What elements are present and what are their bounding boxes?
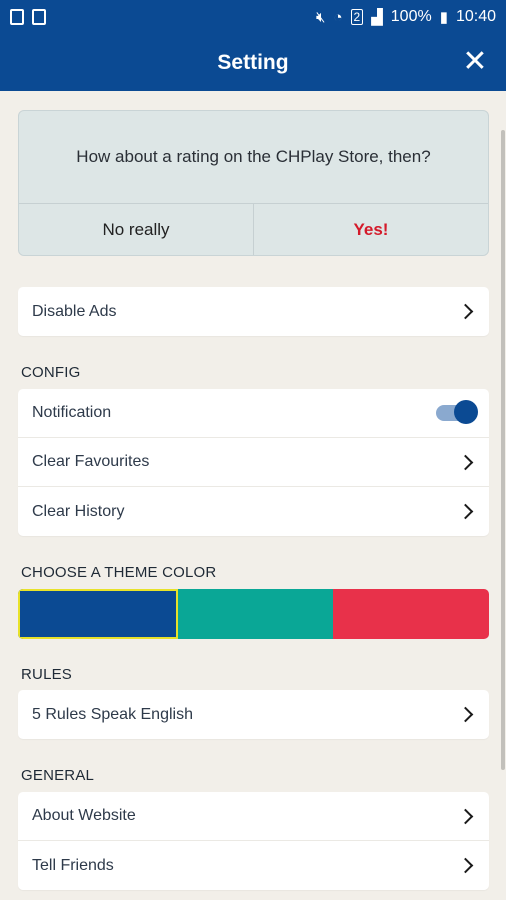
theme-color-picker bbox=[18, 589, 489, 639]
notification-toggle[interactable] bbox=[436, 400, 478, 424]
no-really-button[interactable]: No really bbox=[19, 204, 254, 255]
rules-row[interactable]: 5 Rules Speak English bbox=[18, 690, 489, 739]
disable-ads-label: Disable Ads bbox=[32, 302, 117, 320]
clear-favourites-label: Clear Favourites bbox=[32, 453, 150, 470]
general-header: GENERAL bbox=[21, 767, 95, 784]
chevron-right-icon bbox=[457, 503, 474, 520]
config-card: Notification Clear Favourites Clear Hist… bbox=[18, 389, 489, 536]
wifi-icon: ◔ bbox=[333, 8, 343, 26]
clear-history-label: Clear History bbox=[32, 502, 125, 520]
disable-ads-card: Disable Ads bbox=[18, 287, 489, 336]
sim-badge: 2 bbox=[350, 9, 364, 25]
rules-label: 5 Rules Speak English bbox=[32, 705, 193, 723]
close-icon: ✕ bbox=[462, 45, 488, 78]
rules-card: 5 Rules Speak English bbox=[18, 690, 489, 739]
app-bar: Setting ✕ bbox=[0, 34, 506, 91]
theme-swatch-blue[interactable] bbox=[18, 589, 178, 639]
status-bar-left bbox=[10, 9, 46, 25]
page-title: Setting bbox=[217, 50, 289, 74]
about-website-row[interactable]: About Website bbox=[18, 792, 489, 841]
chevron-right-icon bbox=[457, 857, 474, 874]
about-website-label: About Website bbox=[32, 807, 136, 824]
scrollbar[interactable] bbox=[501, 130, 505, 770]
battery-icon: ▮ bbox=[439, 9, 448, 26]
toggle-knob bbox=[454, 400, 478, 424]
rating-card: How about a rating on the CHPlay Store, … bbox=[18, 110, 489, 256]
clock: 10:40 bbox=[455, 8, 496, 25]
chevron-right-icon bbox=[457, 808, 474, 824]
tell-friends-label: Tell Friends bbox=[32, 856, 114, 874]
rating-question: How about a rating on the CHPlay Store, … bbox=[19, 111, 488, 204]
status-bar: 🔇︎ ◔ 2 ▟ 100% ▮ 10:40 bbox=[0, 0, 506, 34]
chevron-right-icon bbox=[457, 303, 474, 320]
sd-card-notification-icon bbox=[32, 9, 46, 25]
general-card: About Website Tell Friends bbox=[18, 792, 489, 890]
tell-friends-row[interactable]: Tell Friends bbox=[18, 841, 489, 890]
notification-row: Notification bbox=[18, 389, 489, 438]
notification-label: Notification bbox=[32, 404, 112, 421]
theme-header: CHOOSE A THEME COLOR bbox=[21, 564, 217, 581]
yes-button[interactable]: Yes! bbox=[254, 204, 488, 255]
theme-swatch-red[interactable] bbox=[333, 589, 489, 639]
chevron-right-icon bbox=[457, 454, 474, 470]
config-header: CONFIG bbox=[21, 364, 81, 381]
clear-history-row[interactable]: Clear History bbox=[18, 487, 489, 536]
chevron-right-icon bbox=[457, 706, 474, 723]
status-bar-right: 🔇︎ ◔ 2 ▟ 100% ▮ 10:40 bbox=[316, 8, 496, 26]
screenshot-notification-icon bbox=[10, 9, 24, 25]
mute-icon: 🔇︎ bbox=[316, 8, 326, 26]
theme-swatch-teal[interactable] bbox=[177, 589, 334, 639]
battery-level: 100% bbox=[390, 8, 432, 25]
signal-icon: ▟ bbox=[371, 9, 383, 26]
rules-header: RULES bbox=[21, 666, 73, 683]
close-button[interactable]: ✕ bbox=[458, 45, 492, 79]
disable-ads-row[interactable]: Disable Ads bbox=[18, 287, 489, 336]
clear-favourites-row[interactable]: Clear Favourites bbox=[18, 438, 489, 487]
rating-actions: No really Yes! bbox=[19, 204, 488, 255]
